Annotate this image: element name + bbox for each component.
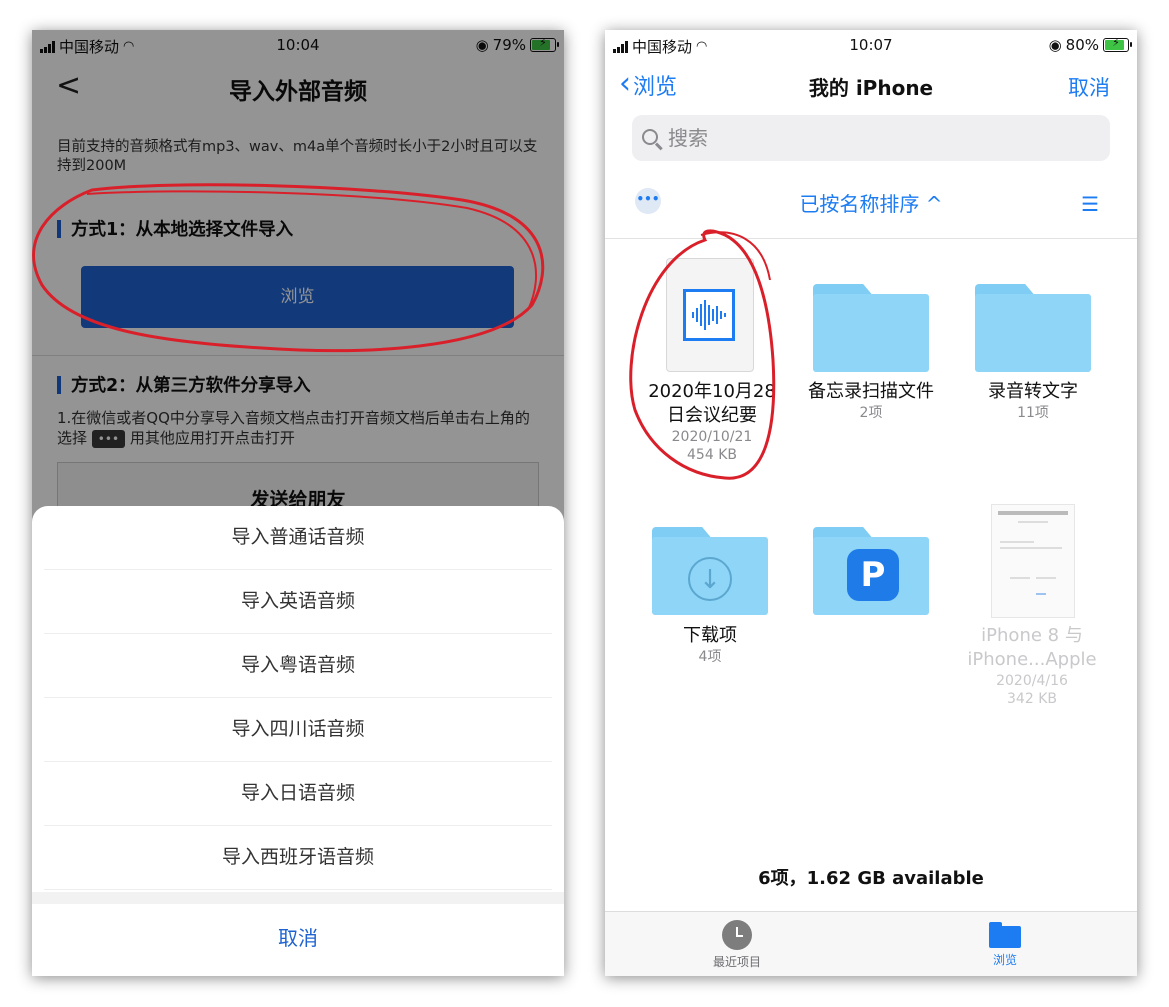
page-title: 我的 iPhone — [808, 76, 934, 100]
waveform-icon — [683, 289, 735, 341]
status-bar: 中国移动 ◠ 10:07 ◉ 80% ⚡ — [605, 30, 1137, 60]
file-size: 342 KB — [1007, 691, 1057, 707]
battery-percent: 80% — [1065, 36, 1099, 54]
file-date: 2020/10/21 — [671, 429, 753, 445]
file-name: iPhone 8 与 iPhone...Apple — [967, 625, 1097, 670]
folder-icon[interactable] — [975, 284, 1091, 372]
download-arrow-icon: ↓ — [688, 557, 732, 601]
divider — [605, 238, 1137, 239]
list-view-icon[interactable]: ☰ — [1081, 192, 1099, 216]
folder-icon — [989, 922, 1021, 948]
file-size: 454 KB — [687, 447, 737, 463]
sheet-option-spanish[interactable]: 导入西班牙语音频 — [44, 826, 552, 890]
sort-toggle[interactable]: 已按名称排序 ^ — [605, 188, 1137, 217]
folder-item-downloads[interactable]: 下载项 4项 — [630, 624, 790, 666]
tab-bar: 最近项目 浏览 — [605, 911, 1137, 976]
folder-item-transcripts[interactable]: 录音转文字 11项 — [953, 380, 1113, 422]
sheet-cancel-button[interactable]: 取消 — [32, 904, 564, 974]
folder-item-scans[interactable]: 备忘录扫描文件 2项 — [791, 380, 951, 422]
cancel-button[interactable]: 取消 — [1068, 72, 1110, 102]
folder-count: 4项 — [698, 649, 722, 665]
file-date: 2020/4/16 — [996, 673, 1068, 689]
app-folder-icon[interactable]: P — [813, 527, 929, 615]
folder-count: 2项 — [859, 405, 883, 421]
audio-file-icon[interactable] — [666, 258, 754, 372]
action-sheet: 导入普通话音频 导入英语音频 导入粤语音频 导入四川话音频 导入日语音频 导入西… — [32, 506, 564, 976]
file-item-meeting-notes[interactable]: 2020年10月28 日会议纪要 2020/10/21 454 KB — [632, 380, 792, 464]
sheet-option-japanese[interactable]: 导入日语音频 — [44, 762, 552, 826]
folder-icon[interactable] — [813, 284, 929, 372]
storage-summary: 6项，1.62 GB available — [758, 868, 984, 889]
tab-label: 浏览 — [992, 953, 1017, 967]
sheet-option-english[interactable]: 导入英语音频 — [44, 570, 552, 634]
folder-name: 备忘录扫描文件 — [808, 381, 934, 402]
tab-label: 最近项目 — [712, 955, 761, 969]
file-name: 2020年10月28 日会议纪要 — [648, 381, 776, 426]
battery-icon: ⚡ — [1103, 36, 1132, 52]
red-annotation-circle — [629, 229, 776, 480]
nav-bar: ‹ 浏览 我的 iPhone 取消 — [605, 64, 1137, 108]
search-placeholder: 搜索 — [668, 126, 708, 150]
p-app-logo-icon: P — [847, 549, 899, 601]
orientation-lock-icon: ◉ — [1048, 36, 1062, 54]
sheet-option-cantonese[interactable]: 导入粤语音频 — [44, 634, 552, 698]
folder-name: 录音转文字 — [988, 381, 1078, 402]
file-item-iphone-doc: iPhone 8 与 iPhone...Apple 2020/4/16 342 K… — [952, 624, 1112, 708]
pdf-thumbnail-icon — [991, 504, 1075, 618]
sheet-separator — [32, 892, 564, 904]
tab-recents[interactable]: 最近项目 — [677, 920, 797, 970]
clock-icon — [722, 920, 752, 950]
search-icon — [642, 129, 658, 145]
left-screen: 中国移动 ◠ 10:04 ◉ 79% ⚡ < 导入外部音频 目前支持的音频格式有… — [32, 30, 564, 976]
search-field[interactable]: 搜索 — [632, 115, 1110, 161]
sheet-option-mandarin[interactable]: 导入普通话音频 — [44, 506, 552, 570]
folder-name: 下载项 — [683, 625, 737, 646]
tab-browse[interactable]: 浏览 — [945, 920, 1065, 968]
downloads-folder-icon[interactable]: ↓ — [652, 527, 768, 615]
right-screen: 中国移动 ◠ 10:07 ◉ 80% ⚡ ‹ 浏览 我的 iPhone 取消 搜… — [605, 30, 1137, 976]
sheet-option-sichuanese[interactable]: 导入四川话音频 — [44, 698, 552, 762]
folder-count: 11项 — [1017, 405, 1049, 421]
